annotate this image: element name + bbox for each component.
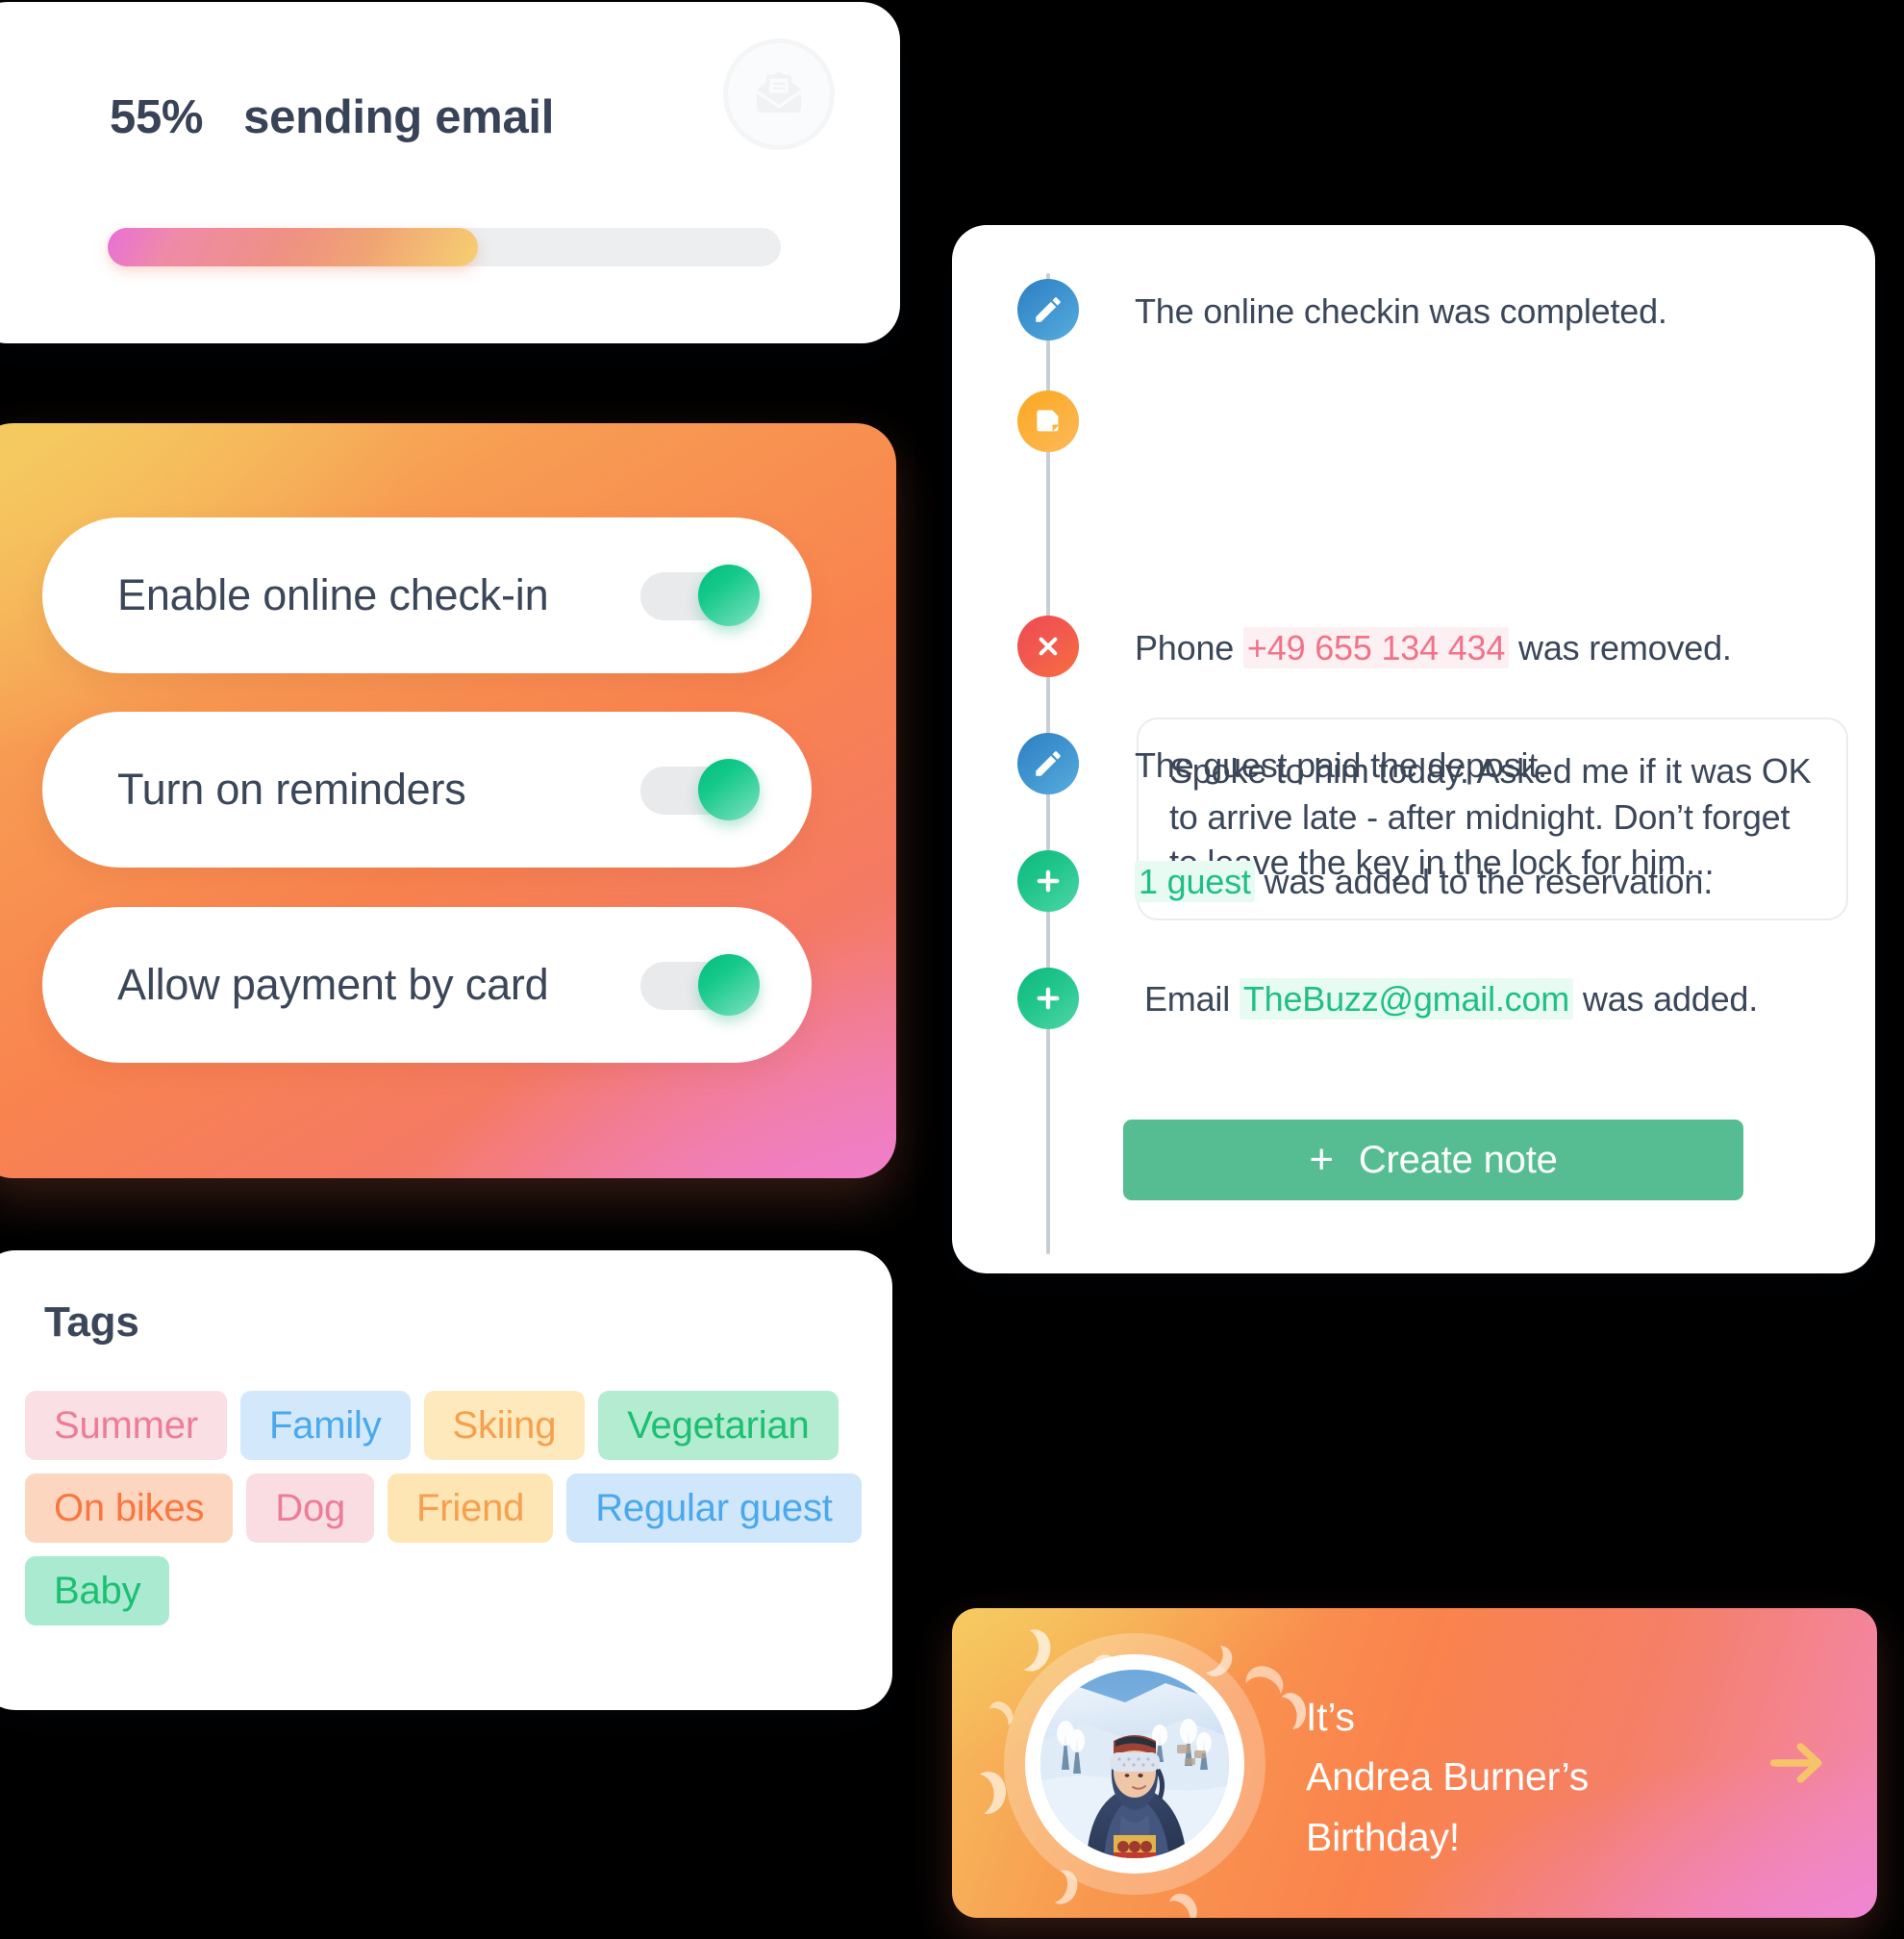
- settings-toggles-card: Enable online check-in Turn on reminders…: [0, 423, 896, 1178]
- pencil-icon: [1017, 279, 1079, 340]
- mail-document-icon: [723, 38, 835, 150]
- create-note-button[interactable]: + Create note: [1123, 1120, 1743, 1200]
- close-icon: [1017, 616, 1079, 677]
- activity-timeline-card: The online checkin was completed. Spoke …: [952, 225, 1875, 1273]
- confetti-shape: [966, 1770, 1009, 1817]
- toggle-label: Enable online check-in: [117, 570, 549, 619]
- toggle-label: Allow payment by card: [117, 960, 549, 1009]
- tag-pill[interactable]: Friend: [388, 1473, 554, 1543]
- toggle-switch-online-checkin[interactable]: [640, 565, 760, 626]
- email-progress-card: 55% sending email: [0, 2, 900, 343]
- toggle-switch-payment-by-card[interactable]: [640, 954, 760, 1016]
- plus-icon: [1017, 850, 1079, 912]
- event-suffix: was removed.: [1518, 628, 1732, 667]
- timeline-event-text: The online checkin was completed.: [1135, 291, 1667, 331]
- tag-pill[interactable]: Regular guest: [566, 1473, 862, 1543]
- progress-bar-fill: [108, 228, 478, 266]
- tag-pill[interactable]: Baby: [25, 1556, 170, 1625]
- tag-pill[interactable]: Family: [239, 1391, 411, 1460]
- email-highlight: TheBuzz@gmail.com: [1239, 978, 1574, 1020]
- screenshot-root: 55% sending email Enable online check-in: [0, 0, 1904, 1939]
- confetti-shape: [1163, 1888, 1202, 1918]
- plus-icon: +: [1309, 1136, 1334, 1183]
- progress-header: 55% sending email: [110, 90, 554, 144]
- guest-count-highlight: 1 guest: [1135, 861, 1255, 902]
- note-icon: [1017, 390, 1079, 452]
- toggle-knob: [698, 565, 760, 626]
- avatar: [1040, 1670, 1229, 1858]
- timeline-event-text: The guest paid the deposit.: [1135, 745, 1547, 785]
- progress-percent-label: 55%: [110, 91, 204, 143]
- timeline-event-text: Phone +49 655 134 434 was removed.: [1135, 627, 1732, 668]
- tag-pill[interactable]: Skiing: [423, 1391, 586, 1460]
- timeline-event-text: 1 guest was added to the reservation.: [1135, 861, 1714, 902]
- toggle-switch-reminders[interactable]: [640, 759, 760, 820]
- toggle-row-online-checkin[interactable]: Enable online check-in: [42, 517, 812, 673]
- tag-pill[interactable]: On bikes: [25, 1473, 234, 1543]
- tag-pill[interactable]: Dog: [246, 1473, 375, 1543]
- birthday-message: It’s Andrea Burner’s Birthday!: [1306, 1695, 1590, 1859]
- tags-card: Tags Summer Family Skiing Vegetarian On bike…: [0, 1250, 892, 1710]
- phone-number-highlight: +49 655 134 434: [1242, 627, 1510, 668]
- timeline-event-text: Email TheBuzz@gmail.com was added.: [1144, 978, 1759, 1020]
- toggle-knob: [698, 759, 760, 820]
- toggle-row-reminders[interactable]: Turn on reminders: [42, 712, 812, 868]
- toggle-knob: [698, 954, 760, 1016]
- toggle-row-payment-by-card[interactable]: Allow payment by card: [42, 907, 812, 1063]
- arrow-right-icon[interactable]: [1760, 1726, 1833, 1800]
- progress-status-label: sending email: [243, 91, 555, 143]
- event-suffix: was added to the reservation.: [1264, 862, 1714, 901]
- toggle-label: Turn on reminders: [117, 765, 466, 814]
- tag-pill[interactable]: Vegetarian: [598, 1391, 839, 1460]
- plus-icon: [1017, 968, 1079, 1029]
- pencil-icon: [1017, 733, 1079, 794]
- event-prefix: Email: [1144, 979, 1231, 1019]
- confetti-shape: [1275, 1691, 1309, 1731]
- event-suffix: was added.: [1582, 979, 1759, 1019]
- create-note-label: Create note: [1358, 1138, 1558, 1181]
- tags-title: Tags: [44, 1298, 139, 1346]
- progress-bar-track: [108, 228, 781, 266]
- tag-pill[interactable]: Summer: [25, 1391, 227, 1460]
- tags-list: Summer Family Skiing Vegetarian On bikes Dog F…: [25, 1391, 862, 1625]
- event-prefix: Phone: [1135, 628, 1235, 667]
- birthday-banner-card[interactable]: It’s Andrea Burner’s Birthday!: [952, 1608, 1877, 1918]
